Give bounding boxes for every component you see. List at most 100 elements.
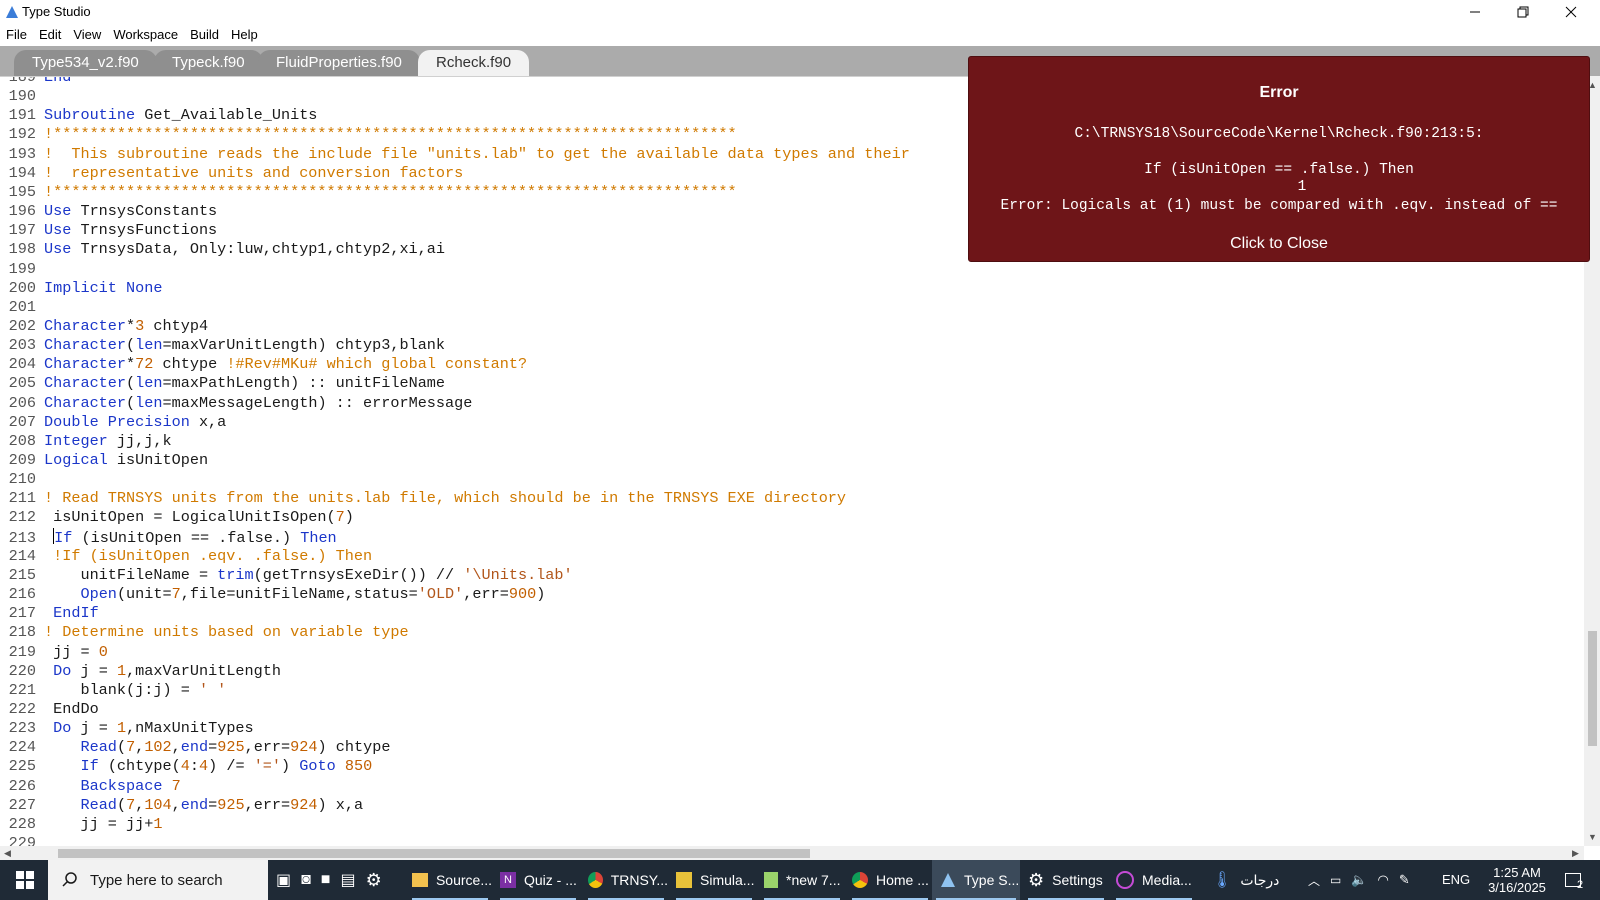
- code-line[interactable]: 213 If (isUnitOpen == .false.) Then: [0, 527, 337, 547]
- code-line[interactable]: 215 unitFileName = trim(getTrnsysExeDir(…: [0, 566, 573, 585]
- taskbar-app-label: Type S...: [964, 872, 1020, 888]
- error-popup[interactable]: Error C:\TRNSYS18\SourceCode\Kernel\Rche…: [968, 56, 1590, 262]
- search-icon: [62, 872, 77, 887]
- taskbar-app-home[interactable]: Home ...: [848, 860, 932, 900]
- code-line[interactable]: 190: [0, 87, 44, 106]
- code-line[interactable]: 210: [0, 470, 44, 489]
- window-title: Type Studio: [22, 4, 91, 19]
- chevron-up-icon[interactable]: ︿: [1308, 872, 1320, 889]
- code-line[interactable]: 202 Character*3 chtyp4: [0, 317, 208, 336]
- minimize-button[interactable]: [1452, 0, 1498, 24]
- horizontal-scrollbar[interactable]: ◀ ▶: [0, 846, 1584, 860]
- code-line[interactable]: 191 Subroutine Get_Available_Units: [0, 106, 318, 125]
- wifi-icon[interactable]: ◠: [1378, 872, 1389, 888]
- code-line[interactable]: 217 EndIf: [0, 604, 99, 623]
- line-number: 195: [8, 182, 36, 201]
- code-line[interactable]: 211 ! Read TRNSYS units from the units.la…: [0, 489, 846, 508]
- taskbar-app-notepad[interactable]: *new 7...: [760, 860, 844, 900]
- system-tray[interactable]: ︿ ▭ 🔈 ◠ ✎: [1308, 860, 1428, 900]
- code-line[interactable]: 218 ! Determine units based on variable t…: [0, 623, 409, 642]
- clock[interactable]: 1:25 AM 3/16/2025: [1482, 860, 1552, 900]
- click-to-close-button[interactable]: Click to Close: [969, 235, 1589, 253]
- tab-typeck[interactable]: Typeck.f90: [154, 50, 263, 76]
- code-line[interactable]: 199: [0, 260, 44, 279]
- tab-fluidproperties[interactable]: FluidProperties.f90: [258, 50, 420, 76]
- weather-widget[interactable]: 🌡 درجات: [1212, 860, 1292, 900]
- code-line[interactable]: 225 If (chtype(4:4) /= '=') Goto 850: [0, 757, 373, 776]
- code-line[interactable]: 208 Integer jj,j,k: [0, 432, 172, 451]
- code-line[interactable]: 201: [0, 298, 44, 317]
- taskbar-app-type-studio[interactable]: Type S...: [932, 860, 1020, 900]
- line-number: 219: [8, 642, 36, 661]
- scroll-down-icon[interactable]: ▼: [1588, 832, 1597, 842]
- taskbar: Type here to search ▣ ◙ ■ ▤ ⚙ Source... …: [0, 860, 1600, 900]
- code-line[interactable]: 206 Character(len=maxMessageLength) :: er…: [0, 393, 473, 413]
- code-line[interactable]: 194 ! representative units and conversion…: [0, 163, 464, 183]
- code-line[interactable]: 193 ! This subroutine reads the include f…: [0, 145, 910, 164]
- code-line[interactable]: 222 EndDo: [0, 700, 99, 719]
- code-line[interactable]: 203 Character(len=maxVarUnitLength) chtyp…: [0, 336, 445, 355]
- code-line[interactable]: 214 !If (isUnitOpen .eqv. .false.) Then: [0, 547, 372, 566]
- code-line[interactable]: 196 Use TrnsysConstants: [0, 202, 218, 221]
- start-button[interactable]: [10, 860, 40, 900]
- taskbar-tools[interactable]: ▣ ◙ ■ ▤ ⚙: [272, 860, 406, 900]
- volume-icon[interactable]: 🔈: [1351, 872, 1367, 888]
- menu-edit[interactable]: Edit: [33, 24, 67, 46]
- code-line[interactable]: 221 blank(j:j) = ' ': [0, 681, 227, 700]
- code-line[interactable]: 209 Logical isUnitOpen: [0, 451, 208, 470]
- code-line[interactable]: 205 Character(len=maxPathLength) :: unitF…: [0, 374, 445, 393]
- code-line[interactable]: 189 End: [0, 77, 72, 87]
- code-token: end: [180, 738, 209, 757]
- code-line[interactable]: 212 isUnitOpen = LogicalUnitIsOpen(7): [0, 508, 354, 527]
- taskbar-search[interactable]: Type here to search: [48, 860, 268, 900]
- code-line[interactable]: 220 Do j = 1,maxVarUnitLength: [0, 662, 281, 681]
- menu-bar: File Edit View Workspace Build Help: [0, 24, 1600, 46]
- line-number: 194: [8, 163, 36, 182]
- scroll-left-icon[interactable]: ◀: [4, 848, 11, 859]
- code-line[interactable]: 198 Use TrnsysData, Only:luw,chtyp1,chtyp…: [0, 240, 445, 259]
- horizontal-scroll-thumb[interactable]: [58, 849, 810, 858]
- code-line[interactable]: 223 Do j = 1,nMaxUnitTypes: [0, 719, 254, 738]
- code-line[interactable]: 197 Use TrnsysFunctions: [0, 221, 218, 240]
- scroll-right-icon[interactable]: ▶: [1572, 848, 1579, 859]
- code-line[interactable]: 195 !************************************…: [0, 183, 737, 202]
- code-line[interactable]: 204 Character*72 chtype !#Rev#MKu# which …: [0, 355, 527, 374]
- menu-build[interactable]: Build: [184, 24, 225, 46]
- vertical-scroll-thumb[interactable]: [1588, 631, 1597, 746]
- notification-center-button[interactable]: 2: [1556, 860, 1592, 900]
- code-line[interactable]: 207 Double Precision x,a: [0, 413, 227, 432]
- code-token: =maxMessageLength) :: errorMessage: [162, 393, 473, 412]
- code-line[interactable]: 227 Read(7,104,end=925,err=924) x,a: [0, 796, 363, 815]
- tab-rcheck[interactable]: Rcheck.f90: [418, 50, 530, 76]
- line-number: 215: [8, 565, 36, 584]
- code-line[interactable]: 216 Open(unit=7,file=unitFileName,status…: [0, 585, 546, 604]
- code-line[interactable]: 219 jj = 0: [0, 643, 108, 662]
- menu-workspace[interactable]: Workspace: [107, 24, 184, 46]
- pen-icon[interactable]: ✎: [1399, 872, 1410, 888]
- code-line[interactable]: 226 Backspace 7: [0, 777, 181, 796]
- battery-icon[interactable]: ▭: [1330, 873, 1341, 887]
- simulation-studio-icon: [676, 872, 692, 888]
- code-token: Do: [53, 661, 72, 680]
- menu-view[interactable]: View: [67, 24, 107, 46]
- menu-help[interactable]: Help: [225, 24, 264, 46]
- taskbar-app-simulation[interactable]: Simula...: [672, 860, 756, 900]
- tab-type534[interactable]: Type534_v2.f90: [14, 50, 157, 76]
- language-indicator[interactable]: ENG: [1442, 872, 1470, 887]
- menu-file[interactable]: File: [0, 24, 33, 46]
- taskbar-app-media[interactable]: Media...: [1112, 860, 1196, 900]
- code-token: Read: [80, 738, 117, 757]
- code-line[interactable]: 200 Implicit None: [0, 279, 163, 298]
- code-token: 1: [116, 661, 127, 680]
- code-line[interactable]: 224 Read(7,102,end=925,err=924) chtype: [0, 738, 391, 757]
- maximize-button[interactable]: [1500, 0, 1546, 24]
- taskbar-app-trnsys[interactable]: TRNSY...: [584, 860, 668, 900]
- taskbar-app-quiz[interactable]: N Quiz - ...: [496, 860, 580, 900]
- taskbar-app-source[interactable]: Source...: [408, 860, 492, 900]
- code-line[interactable]: 192 !************************************…: [0, 125, 737, 144]
- taskbar-app-settings[interactable]: ⚙ Settings: [1024, 860, 1108, 900]
- close-button[interactable]: [1548, 0, 1594, 24]
- code-line[interactable]: 228 jj = jj+1: [0, 815, 163, 834]
- code-token: ! This subroutine reads the include file…: [44, 144, 910, 163]
